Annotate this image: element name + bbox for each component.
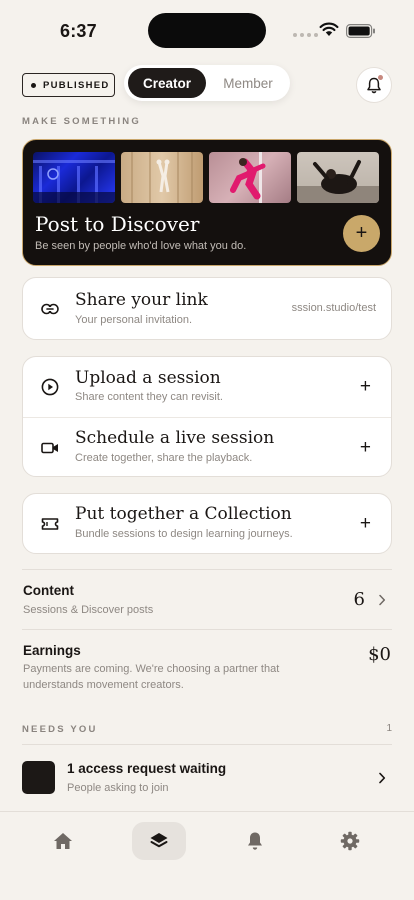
earnings-subtitle-line2: understands movement creators. <box>23 679 184 691</box>
tab-home[interactable] <box>36 822 90 860</box>
thumbnail-image <box>121 152 203 203</box>
status-bar: 6:37 <box>0 0 414 60</box>
chevron-right-icon <box>379 594 386 606</box>
gear-icon <box>340 831 360 851</box>
request-avatar <box>22 761 55 794</box>
upload-session-add-button[interactable]: + <box>360 376 371 398</box>
content-title: Content <box>23 583 74 598</box>
schedule-live-row[interactable]: Schedule a live session Create together,… <box>23 418 391 478</box>
tab-create[interactable] <box>132 822 186 860</box>
member-tab[interactable]: Member <box>210 68 286 98</box>
link-icon <box>39 298 61 320</box>
layers-icon <box>150 833 168 848</box>
upload-session-row[interactable]: Upload a session Share content they can … <box>23 357 391 417</box>
notification-dot <box>378 75 383 80</box>
ticket-icon <box>39 513 61 535</box>
post-to-discover-card[interactable]: Post to Discover Be seen by people who'd… <box>22 139 392 266</box>
thumbnail-image <box>33 152 115 203</box>
needs-you-count: 1 <box>386 723 392 734</box>
creator-tab[interactable]: Creator <box>128 68 206 98</box>
notifications-button[interactable] <box>356 67 392 103</box>
tab-settings[interactable] <box>323 822 377 860</box>
access-request-subtitle: People asking to join <box>67 782 169 794</box>
schedule-live-subtitle: Create together, share the playback. <box>75 452 253 464</box>
post-to-discover-subtitle: Be seen by people who'd love what you do… <box>35 240 247 252</box>
access-request-row[interactable]: 1 access request waiting People asking t… <box>0 745 414 809</box>
content-subtitle: Sessions & Discover posts <box>23 604 154 616</box>
chevron-right-icon <box>379 772 386 784</box>
session-actions-card: Upload a session Share content they can … <box>22 356 392 477</box>
play-circle-icon <box>39 376 61 398</box>
upload-session-subtitle: Share content they can revisit. <box>75 391 223 403</box>
collection-add-button[interactable]: + <box>360 513 371 535</box>
share-link-url[interactable]: sssion.studio/test <box>292 302 376 314</box>
upload-session-title: Upload a session <box>75 368 221 388</box>
schedule-live-add-button[interactable]: + <box>360 437 371 459</box>
needs-you-label: NEEDS YOU <box>22 724 98 735</box>
collection-card[interactable]: Put together a Collection Bundle session… <box>22 493 392 554</box>
post-to-discover-title: Post to Discover <box>35 212 200 236</box>
earnings-subtitle-line1: Payments are coming. We're choosing a pa… <box>23 663 280 675</box>
earnings-title: Earnings <box>23 643 81 658</box>
share-link-title: Share your link <box>75 290 208 310</box>
status-dot-icon <box>31 82 36 88</box>
access-request-title: 1 access request waiting <box>67 761 227 776</box>
tab-bar <box>0 811 414 900</box>
schedule-live-title: Schedule a live session <box>75 428 275 448</box>
content-count: 6 <box>353 589 365 610</box>
earnings-stat-row: Earnings Payments are coming. We're choo… <box>0 630 414 700</box>
signal-dots-icon <box>293 33 318 37</box>
video-camera-icon <box>39 437 61 459</box>
published-badge: PUBLISHED <box>22 73 115 97</box>
share-link-card[interactable]: Share your link Your personal invitation… <box>22 277 392 340</box>
share-link-subtitle: Your personal invitation. <box>75 314 193 326</box>
wifi-icon <box>319 22 339 36</box>
tab-notifications[interactable] <box>228 822 282 860</box>
home-icon <box>54 833 72 849</box>
collection-title: Put together a Collection <box>75 504 292 524</box>
battery-icon <box>346 24 375 38</box>
make-something-label: MAKE SOMETHING <box>22 116 141 127</box>
thumbnail-image <box>209 152 291 203</box>
post-to-discover-add-button[interactable]: + <box>343 215 380 252</box>
bell-icon <box>248 832 262 850</box>
thumbnail-image <box>297 152 379 203</box>
dynamic-island <box>148 13 266 48</box>
published-label: PUBLISHED <box>43 79 110 91</box>
content-stat-row[interactable]: Content Sessions & Discover posts 6 <box>0 570 414 628</box>
mode-segmented-control: Creator Member <box>124 65 290 101</box>
earnings-value: $0 <box>368 644 391 665</box>
status-time: 6:37 <box>60 21 97 41</box>
collection-subtitle: Bundle sessions to design learning journ… <box>75 528 293 540</box>
